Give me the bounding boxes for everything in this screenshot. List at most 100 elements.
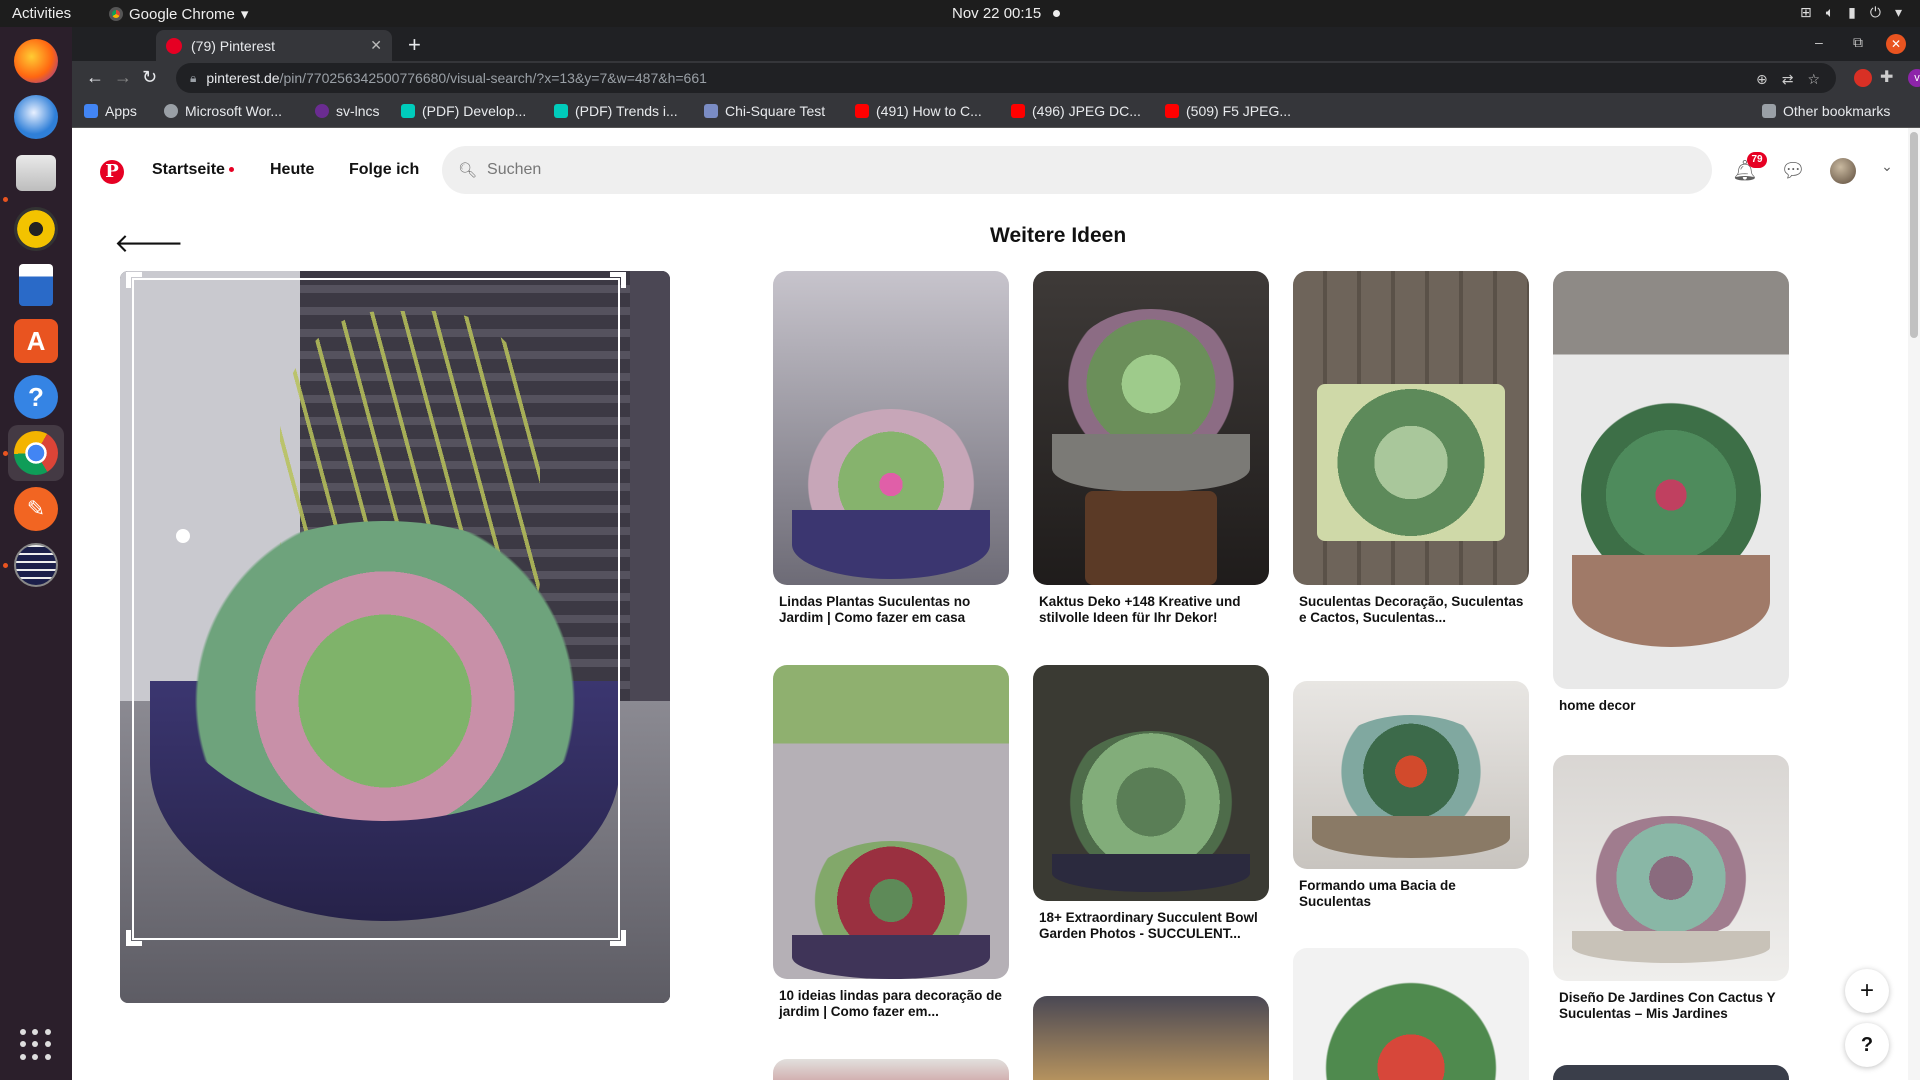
help-launcher[interactable]: ? [8, 369, 64, 425]
url-path: /pin/770256342500776680/visual-search/?x… [279, 70, 707, 86]
pinterest-logo-icon[interactable]: P [100, 160, 124, 184]
pin-image[interactable] [773, 1059, 1009, 1080]
pin-caption[interactable]: Diseño De Jardines Con Cactus Y Suculent… [1553, 990, 1789, 1022]
bookmark-item[interactable]: sv-lncs [315, 103, 380, 119]
pin-image[interactable] [1293, 948, 1529, 1080]
bookmark-item[interactable]: (PDF) Trends i... [554, 103, 678, 119]
chrome-launcher[interactable] [8, 425, 64, 481]
pin-card[interactable]: Suculentas Decoração, Suculentas e Cacto… [1293, 271, 1529, 626]
back-arrow-button[interactable]: 🡐 [114, 228, 184, 259]
reload-button[interactable]: ↻ [142, 67, 157, 88]
firefox-launcher[interactable] [8, 33, 64, 89]
address-bar[interactable]: 🔒︎ pinterest.de /pin/770256342500776680/… [176, 63, 1836, 93]
pinterest-page: P Startseite Heute Folge ich 🔍︎ Suchen 🔔… [72, 128, 1920, 1080]
bookmark-item[interactable]: (491) How to C... [855, 103, 982, 119]
activities-button[interactable]: Activities [12, 5, 71, 22]
pin-card[interactable]: Diseño De Jardines Con Cactus Y Suculent… [1553, 755, 1789, 1022]
crop-handle[interactable] [610, 272, 626, 288]
app-menu[interactable]: Google Chrome ▾ [109, 5, 248, 23]
pin-card[interactable] [1553, 1065, 1789, 1080]
bookmark-item[interactable]: Chi-Square Test [704, 103, 825, 119]
software-launcher[interactable]: A [8, 313, 64, 369]
pin-caption[interactable]: home decor [1553, 698, 1789, 714]
bookmark-label: (509) F5 JPEG... [1186, 103, 1292, 119]
crop-handle[interactable] [126, 272, 142, 288]
lock-icon[interactable]: 🔒︎ [190, 71, 196, 86]
pin-image[interactable] [773, 271, 1009, 585]
nav-following[interactable]: Folge ich [349, 161, 419, 179]
pin-image[interactable] [773, 665, 1009, 979]
scrollbar-thumb[interactable] [1910, 132, 1918, 338]
pin-image[interactable] [1033, 271, 1269, 585]
bookmark-item[interactable]: Microsoft Wor... [164, 103, 282, 119]
pin-image[interactable] [1553, 271, 1789, 689]
new-tab-button[interactable]: + [408, 32, 421, 58]
search-input[interactable]: 🔍︎ Suchen [442, 146, 1712, 194]
bookmark-item[interactable]: (PDF) Develop... [401, 103, 526, 119]
crop-handle[interactable] [126, 930, 142, 946]
back-button[interactable]: ← [86, 67, 104, 88]
forward-button[interactable]: → [114, 67, 132, 88]
rhythmbox-launcher[interactable] [8, 201, 64, 257]
translate-icon[interactable]: ⇄ [1782, 71, 1794, 88]
pin-caption[interactable]: 10 ideias lindas para decoração de jardi… [773, 988, 1009, 1020]
main-pin-image[interactable] [120, 271, 670, 1003]
tab-pinterest[interactable]: (79) Pinterest ✕ [156, 30, 392, 61]
puzzle-icon[interactable]: ✚ [1880, 67, 1893, 87]
writer-launcher[interactable] [8, 257, 64, 313]
pin-card[interactable]: 18+ Extraordinary Succulent Bowl Garden … [1033, 665, 1269, 942]
inkscape-launcher[interactable]: ✎ [8, 481, 64, 537]
pin-image[interactable] [1033, 996, 1269, 1080]
pin-card[interactable]: Lindas Plantas Suculentas no Jardim | Co… [773, 271, 1009, 626]
avatar[interactable] [1830, 158, 1856, 184]
nav-home[interactable]: Startseite [152, 161, 234, 179]
pin-caption[interactable]: Lindas Plantas Suculentas no Jardim | Co… [773, 594, 1009, 626]
other-bookmarks[interactable]: Other bookmarks [1762, 103, 1890, 119]
window-close-button[interactable]: ✕ [1886, 34, 1906, 54]
restore-button[interactable]: ⧉ [1853, 34, 1863, 51]
minimize-button[interactable]: – [1815, 34, 1823, 50]
system-tray[interactable]: ⊞ 🔈︎ ▮ ⏻ ▾ [1800, 4, 1902, 21]
show-applications-button[interactable] [20, 1029, 52, 1061]
bookmark-star-icon[interactable]: ☆ [1807, 71, 1820, 88]
pin-card[interactable]: home decor [1553, 271, 1789, 714]
network-icon: ⊞ [1800, 4, 1812, 20]
pin-caption[interactable]: Formando uma Bacia de Suculentas [1293, 878, 1529, 910]
install-icon[interactable]: ⊕ [1756, 71, 1768, 88]
pin-card[interactable]: Kaktus Deko +148 Kreative und stilvolle … [1033, 271, 1269, 626]
pin-image[interactable] [1553, 1065, 1789, 1080]
bookmark-item[interactable]: (509) F5 JPEG... [1165, 103, 1291, 119]
chevron-down-icon[interactable]: ⌄ [1874, 158, 1900, 184]
pin-image[interactable] [1293, 271, 1529, 585]
add-button[interactable]: + [1845, 969, 1889, 1013]
pin-image[interactable] [1553, 755, 1789, 981]
bookmark-item[interactable]: Apps [84, 103, 137, 119]
crop-handle[interactable] [610, 930, 626, 946]
visual-search-crop-box[interactable] [126, 272, 626, 946]
pin-card[interactable] [1033, 996, 1269, 1080]
close-icon[interactable]: ✕ [370, 37, 382, 54]
terminal-launcher[interactable] [8, 537, 64, 593]
messages-icon[interactable]: 💬︎ [1780, 158, 1806, 184]
firefox-icon [14, 39, 58, 83]
nav-today[interactable]: Heute [270, 161, 314, 179]
pin-caption[interactable]: Suculentas Decoração, Suculentas e Cacto… [1293, 594, 1529, 626]
pin-card[interactable] [773, 1059, 1009, 1080]
pin-card[interactable]: Formando uma Bacia de Suculentas [1293, 681, 1529, 910]
pin-card[interactable] [1293, 948, 1529, 1080]
pin-caption[interactable]: 18+ Extraordinary Succulent Bowl Garden … [1033, 910, 1269, 942]
files-launcher[interactable] [8, 145, 64, 201]
pin-image[interactable] [1033, 665, 1269, 901]
chrome-icon [109, 7, 123, 21]
help-button[interactable]: ? [1845, 1023, 1889, 1067]
scrollbar[interactable] [1908, 128, 1920, 1080]
pin-image[interactable] [1293, 681, 1529, 869]
profile-avatar-icon[interactable]: v [1908, 69, 1920, 87]
bookmark-item[interactable]: (496) JPEG DC... [1011, 103, 1141, 119]
thunderbird-launcher[interactable] [8, 89, 64, 145]
software-center-icon: A [14, 319, 58, 363]
clock[interactable]: Nov 22 00:15 [952, 5, 1041, 22]
extension-icon[interactable] [1854, 69, 1872, 87]
pin-caption[interactable]: Kaktus Deko +148 Kreative und stilvolle … [1033, 594, 1269, 626]
pin-card[interactable]: 10 ideias lindas para decoração de jardi… [773, 665, 1009, 1020]
